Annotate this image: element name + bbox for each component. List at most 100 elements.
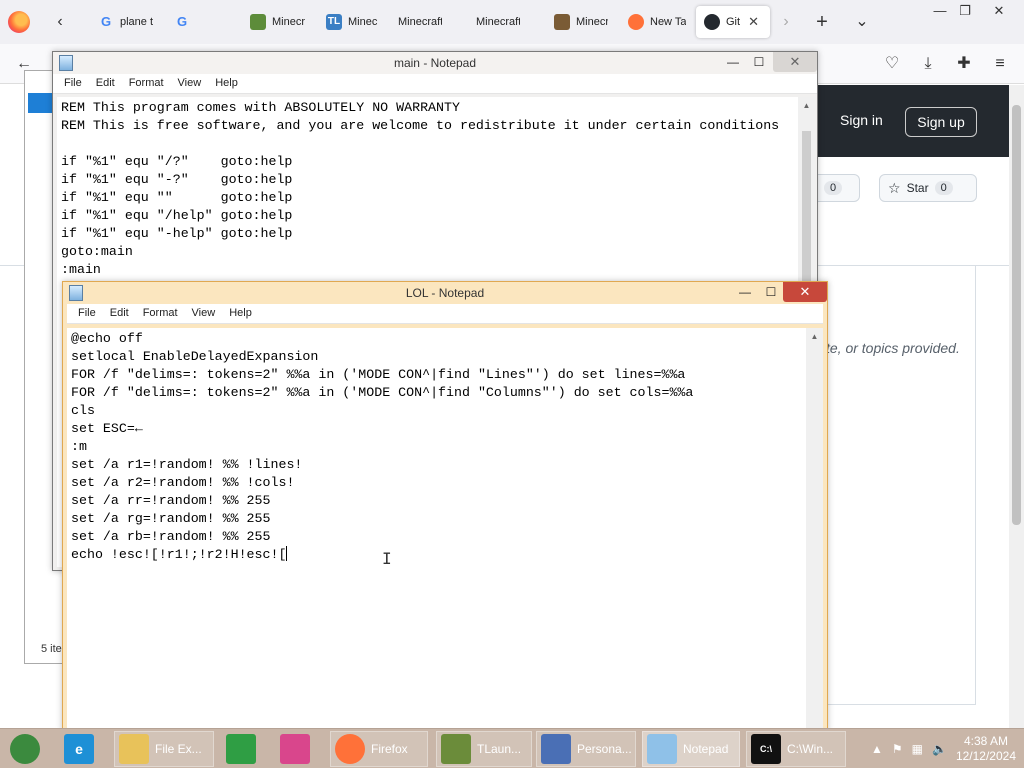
menu-view[interactable]: View	[171, 74, 209, 93]
window-title: main - Notepad	[393, 56, 477, 70]
taskbar-item-label: File Ex...	[155, 742, 202, 756]
new-tab-button[interactable]: +	[810, 10, 834, 34]
notepad-lol-scrollbar[interactable]: ▲	[806, 328, 823, 730]
minimize-button[interactable]: —	[721, 52, 745, 72]
tab-6[interactable]: Minecr	[546, 6, 616, 38]
menu-edit[interactable]: Edit	[103, 304, 136, 323]
firefox-icon[interactable]	[8, 11, 30, 33]
ie-icon: e	[64, 734, 94, 764]
clock-time: 4:38 AM	[963, 734, 1008, 748]
notepad-lol-text-area[interactable]: @echo off setlocal EnableDelayedExpansio…	[67, 328, 823, 730]
browser-maximize-button[interactable]: ❐	[950, 0, 980, 22]
notepad-lol-menubar: File Edit Format View Help	[67, 304, 823, 324]
volume-icon[interactable]: 🔈	[932, 742, 947, 756]
taskbar-item-label: Persona...	[577, 742, 632, 756]
tab-1[interactable]: G	[166, 6, 238, 38]
taskbar-item-label: TLaun...	[477, 742, 522, 756]
taskbar-item-ie[interactable]: e	[60, 731, 104, 767]
text-caret	[286, 546, 288, 561]
tab-close-icon[interactable]: ✕	[748, 14, 759, 30]
page-scrollbar[interactable]	[1009, 85, 1024, 728]
tab-title: New Ta	[650, 16, 686, 28]
menu-icon[interactable]: ≡	[988, 52, 1012, 76]
tab-2[interactable]: Minecr	[242, 6, 314, 38]
tab-3[interactable]: TL Minecr	[318, 6, 386, 38]
tab-title: Minecraft C	[476, 16, 520, 28]
taskbar-item-personalize[interactable]: Persona...	[536, 731, 636, 767]
google-icon: G	[100, 14, 112, 29]
show-hidden-icons-icon[interactable]: ▲	[871, 742, 883, 756]
menu-help[interactable]: Help	[222, 304, 259, 323]
github-icon	[704, 14, 720, 30]
page-scrollbar-thumb[interactable]	[1012, 105, 1021, 525]
editor-text: @echo off setlocal EnableDelayedExpansio…	[71, 331, 694, 562]
taskbar-item-paint[interactable]	[276, 731, 320, 767]
clock-date: 12/12/2024	[955, 749, 1016, 763]
tab-title: Git	[726, 16, 741, 28]
sign-up-button[interactable]: Sign up	[905, 107, 977, 137]
sign-in-link[interactable]: Sign in	[840, 112, 883, 128]
menu-view[interactable]: View	[185, 304, 223, 323]
list-all-tabs-button[interactable]: ⌄	[850, 10, 874, 34]
notepad-lol-titlebar[interactable]: LOL - Notepad — ☐ ✕	[63, 282, 827, 304]
menu-edit[interactable]: Edit	[89, 74, 122, 93]
browser-tab-bar: ‹ Gplane tG Minecr TLMinecr Minecraft C Mine…	[0, 0, 1024, 44]
menu-help[interactable]: Help	[208, 74, 245, 93]
ibeam-cursor-icon: I	[382, 549, 392, 568]
action-center-flag-icon[interactable]: ⚑	[892, 742, 903, 756]
about-description: te, or topics provided.	[826, 340, 960, 356]
notepad-icon	[647, 734, 677, 764]
star-icon: ☆	[888, 179, 901, 196]
scroll-up-arrow-icon[interactable]: ▲	[798, 97, 815, 114]
taskbar-item-store[interactable]	[222, 731, 266, 767]
minecraft-icon	[250, 14, 266, 30]
star-button[interactable]: ☆ Star 0	[879, 174, 977, 202]
tab-8[interactable]: Git ✕	[696, 6, 770, 38]
notepad-lol-window[interactable]: LOL - Notepad — ☐ ✕ File Edit Format Vie…	[62, 281, 828, 731]
maximize-button[interactable]: ☐	[747, 52, 771, 72]
tab-title: Minecr	[576, 16, 608, 28]
taskbar-item-chrome[interactable]	[6, 731, 50, 767]
maximize-button[interactable]: ☐	[759, 282, 783, 302]
tab-5[interactable]: Minecraft C	[468, 6, 542, 38]
network-icon[interactable]: ▦	[912, 742, 923, 756]
extensions-icon[interactable]: ✚	[952, 52, 976, 76]
minecraft-icon	[441, 734, 471, 764]
menu-file[interactable]: File	[57, 74, 89, 93]
menu-format[interactable]: Format	[122, 74, 171, 93]
notepad-main-titlebar[interactable]: main - Notepad — ☐ ✕	[53, 52, 817, 74]
tab-0[interactable]: Gplane t	[90, 6, 162, 38]
taskbar-item-notepad[interactable]: Notepad	[642, 731, 740, 767]
tab-title: Minecr	[272, 16, 306, 28]
clock[interactable]: 4:38 AM 12/12/2024	[956, 734, 1016, 764]
scroll-up-arrow-icon[interactable]: ▲	[806, 328, 823, 345]
chrome-icon	[10, 734, 40, 764]
menu-file[interactable]: File	[71, 304, 103, 323]
taskbar-item-minecraft[interactable]: TLaun...	[436, 731, 532, 767]
firefox-icon	[335, 734, 365, 764]
pocket-icon[interactable]: ♡	[880, 52, 904, 76]
tab-scroll-left-icon[interactable]: ‹	[48, 10, 72, 34]
taskbar: e File Ex... Firefox TLaun... Persona... Note…	[0, 728, 1024, 768]
close-button[interactable]: ✕	[783, 282, 827, 302]
personalize-icon	[541, 734, 571, 764]
paint-icon	[280, 734, 310, 764]
taskbar-item-firefox[interactable]: Firefox	[330, 731, 428, 767]
taskbar-item-label: Notepad	[683, 742, 729, 756]
tab-title: Minecraft C	[398, 16, 442, 28]
tab-scroll-right-icon[interactable]: ›	[774, 10, 798, 34]
minecraft-icon	[554, 14, 570, 30]
explorer-ribbon-tab[interactable]	[28, 93, 52, 113]
firefox-icon	[628, 14, 644, 30]
close-button[interactable]: ✕	[773, 52, 817, 72]
tab-7[interactable]: New Ta	[620, 6, 694, 38]
taskbar-item-label: Firefox	[371, 742, 408, 756]
browser-close-button[interactable]: ✕	[984, 0, 1014, 22]
taskbar-item-cmd[interactable]: C:\ C:\Win...	[746, 731, 846, 767]
taskbar-item-folder[interactable]: File Ex...	[114, 731, 214, 767]
menu-format[interactable]: Format	[136, 304, 185, 323]
explorer-status: 5 ite	[41, 643, 62, 655]
minimize-button[interactable]: —	[733, 282, 757, 302]
downloads-icon[interactable]: ⤓	[916, 52, 940, 76]
tab-4[interactable]: Minecraft C	[390, 6, 464, 38]
